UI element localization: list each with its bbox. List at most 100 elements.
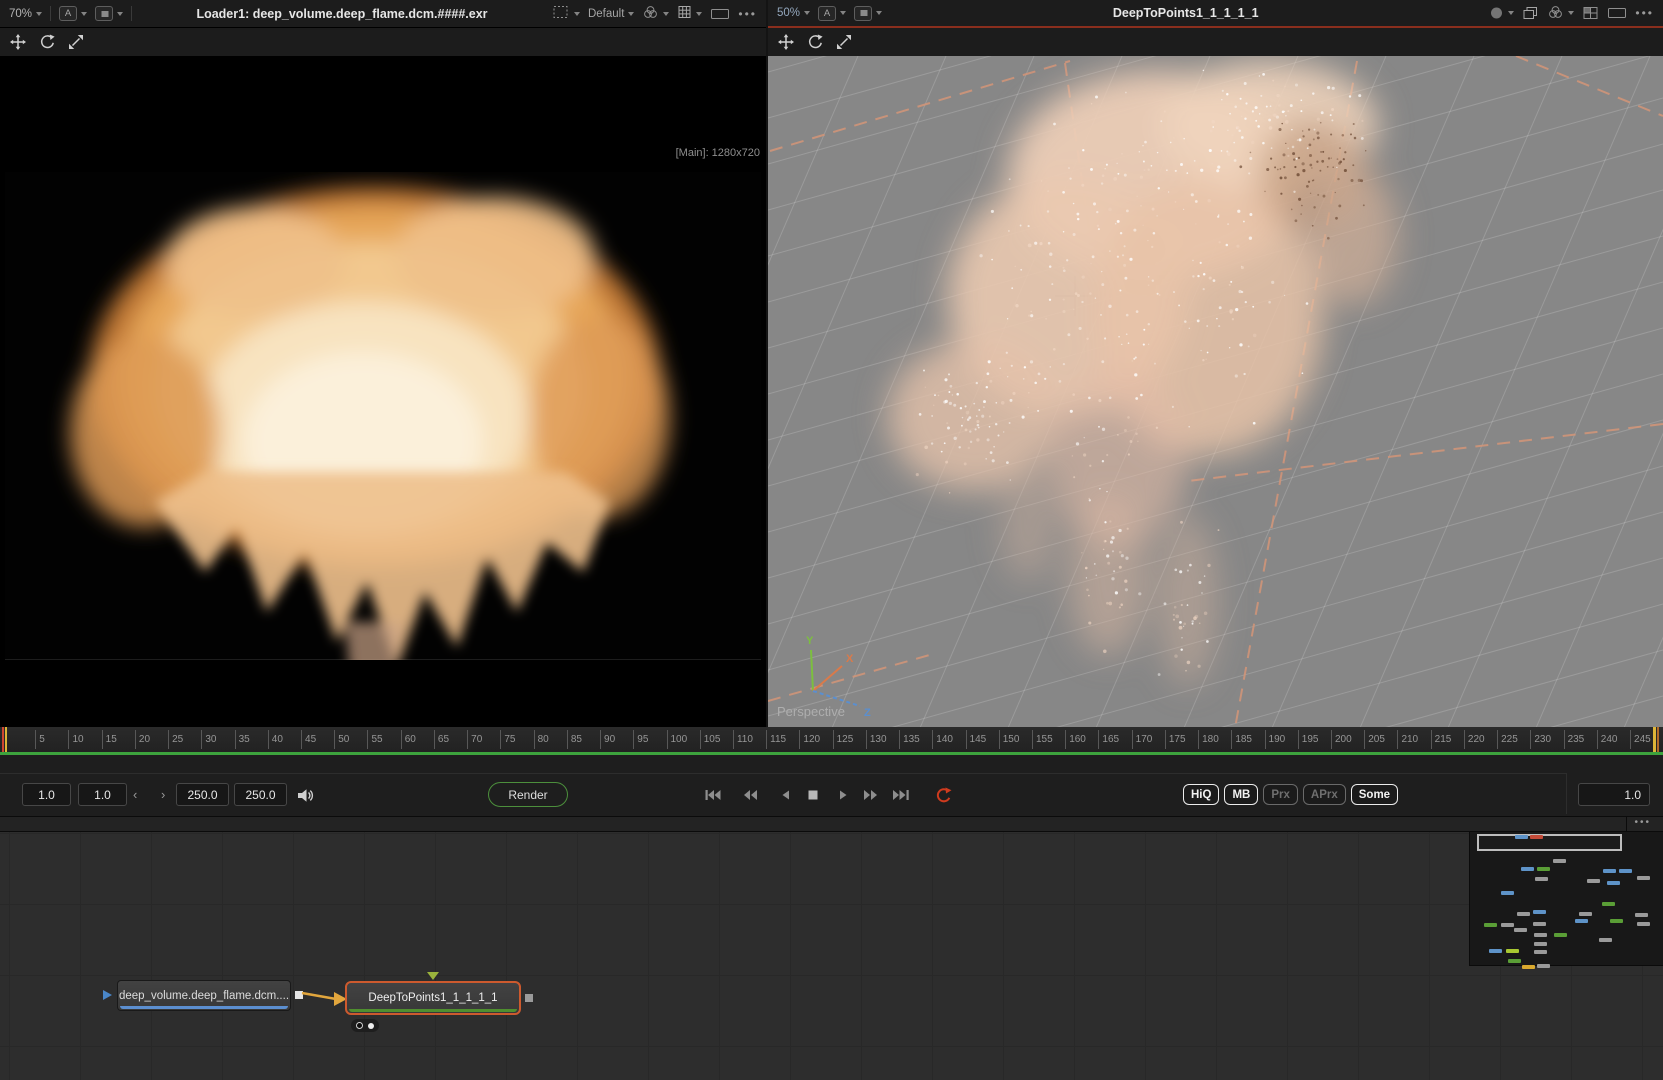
node-editor-toolbar: ••• [0, 816, 1663, 832]
zoom-level-dropdown[interactable]: 50% [777, 7, 810, 19]
chevron-down-icon [876, 11, 882, 15]
timeline-ruler[interactable]: 5101520253035404550556065707580859095100… [0, 727, 1663, 755]
audio-button[interactable] [293, 784, 319, 806]
viewer-assignment-dots[interactable] [351, 1019, 379, 1032]
divider [1626, 817, 1627, 831]
channel-dropdown[interactable]: A [59, 6, 87, 21]
grid-icon [677, 5, 692, 22]
shading-dropdown[interactable] [1489, 6, 1514, 20]
stop-button[interactable] [800, 784, 826, 806]
perspective-view-label: Perspective [777, 704, 845, 719]
playhead-range-marker[interactable] [5, 727, 7, 752]
play-button[interactable] [830, 784, 856, 806]
minimap-view-rectangle[interactable] [1477, 834, 1622, 851]
color-controls-dropdown[interactable] [642, 5, 669, 22]
node-loader[interactable]: deep_volume.deep_flame.dcm.... [117, 980, 291, 1011]
ruler-tick: 95 [633, 730, 648, 749]
expand-viewer-button[interactable] [1607, 7, 1627, 19]
zoom-level-dropdown[interactable]: 70% [9, 8, 42, 20]
viewer-layout-dropdown[interactable] [95, 6, 123, 21]
goto-start-button[interactable] [700, 784, 726, 806]
lut-name: Default [588, 8, 624, 20]
range-end-marker[interactable] [1653, 727, 1656, 752]
goto-end-button[interactable] [888, 784, 914, 806]
node-deep-to-points-label: DeepToPoints1_1_1_1_1 [368, 992, 497, 1004]
quality-toggle-mb[interactable]: MB [1224, 784, 1258, 805]
lut-dropdown[interactable]: Default [588, 8, 634, 20]
rotate-tool-button[interactable] [39, 34, 55, 50]
minimap-node [1521, 867, 1534, 871]
fire-render-image [5, 172, 761, 660]
minimap-node [1508, 959, 1521, 963]
ruler-tick: 10 [68, 730, 83, 749]
pan-tool-button[interactable] [778, 34, 794, 50]
perspective-3d-viewport[interactable]: Y X Z Perspective [768, 56, 1663, 727]
divider [50, 6, 51, 21]
ruler-tick: 125 [833, 730, 854, 749]
minimap-node [1533, 910, 1546, 914]
rewind-icon [742, 788, 759, 802]
minimap-node [1534, 950, 1547, 954]
ruler-tick: 80 [534, 730, 549, 749]
filled-square-icon [95, 6, 113, 21]
play-reverse-button[interactable] [772, 784, 798, 806]
node-graph-minimap[interactable] [1469, 832, 1663, 966]
global-end-field[interactable]: 250.0 [234, 783, 287, 806]
color-controls-dropdown[interactable] [1547, 5, 1574, 22]
playback-rate-field[interactable]: 1.0 [1578, 783, 1650, 806]
quality-toggle-some[interactable]: Some [1351, 784, 1398, 805]
ruler-tick: 190 [1265, 730, 1286, 749]
zoom-level-value: 70% [9, 8, 32, 20]
node-loader-label: deep_volume.deep_flame.dcm.... [119, 990, 289, 1002]
deep-to-points-input-triangle[interactable] [427, 972, 439, 980]
layers-button[interactable] [1522, 6, 1539, 20]
minimap-node [1603, 869, 1616, 873]
node-graph-canvas[interactable]: deep_volume.deep_flame.dcm.... DeepToPoi… [0, 832, 1663, 1080]
step-forward-button[interactable]: › [161, 783, 165, 806]
left-viewport[interactable]: [Main]: 1280x720 [0, 56, 766, 727]
roi-dropdown[interactable] [552, 5, 580, 22]
resolution-label: [Main]: 1280x720 [676, 147, 760, 159]
step-back-button[interactable]: ‹ [133, 783, 137, 806]
quality-toggle-prx[interactable]: Prx [1263, 784, 1298, 805]
render-end-field[interactable]: 250.0 [176, 783, 229, 806]
ruler-tick: 195 [1298, 730, 1319, 749]
deep-to-points-output-connector[interactable] [525, 994, 533, 1002]
global-start-field[interactable]: 1.0 [22, 783, 71, 806]
minimap-node [1530, 835, 1543, 839]
render-button[interactable]: Render [488, 782, 568, 807]
layers-icon [1522, 6, 1539, 20]
checker-underlay-dropdown[interactable] [677, 5, 702, 22]
rotate-tool-button[interactable] [807, 34, 823, 50]
fast-forward-button[interactable] [857, 784, 883, 806]
scale-tool-button[interactable] [836, 34, 852, 50]
minimap-node [1619, 869, 1632, 873]
right-viewer-dot[interactable] [368, 1023, 374, 1029]
quality-toggle-hiq[interactable]: HiQ [1183, 784, 1219, 805]
viewer-options-button[interactable]: ••• [1635, 6, 1654, 20]
viewer-layout-dropdown[interactable] [854, 6, 882, 21]
chevron-down-icon [36, 12, 42, 16]
ruler-tick: 110 [733, 730, 753, 749]
viewer-options-button[interactable]: ••• [738, 7, 757, 21]
loop-button[interactable] [930, 784, 956, 806]
quad-view-button[interactable] [1582, 6, 1599, 20]
loader-input-triangle[interactable] [103, 990, 112, 1000]
ruler-tick: 5 [35, 730, 45, 749]
chevron-down-icon [696, 12, 702, 16]
quality-toggle-aprx[interactable]: APrx [1303, 784, 1346, 805]
node-deep-to-points[interactable]: DeepToPoints1_1_1_1_1 [345, 981, 521, 1015]
expand-viewer-button[interactable] [710, 8, 730, 20]
pan-tool-button[interactable] [10, 34, 26, 50]
fast-rewind-button[interactable] [737, 784, 763, 806]
ruler-tick: 175 [1165, 730, 1186, 749]
left-viewer-dot[interactable] [356, 1022, 363, 1029]
node-editor-options-button[interactable]: ••• [1634, 817, 1651, 828]
channel-dropdown[interactable]: A [818, 6, 846, 21]
scale-tool-button[interactable] [68, 34, 84, 50]
playhead-marker[interactable] [2, 727, 4, 752]
fast-forward-icon [862, 788, 879, 802]
render-start-field[interactable]: 1.0 [78, 783, 127, 806]
minimap-node [1537, 867, 1550, 871]
minimap-node [1484, 923, 1497, 927]
